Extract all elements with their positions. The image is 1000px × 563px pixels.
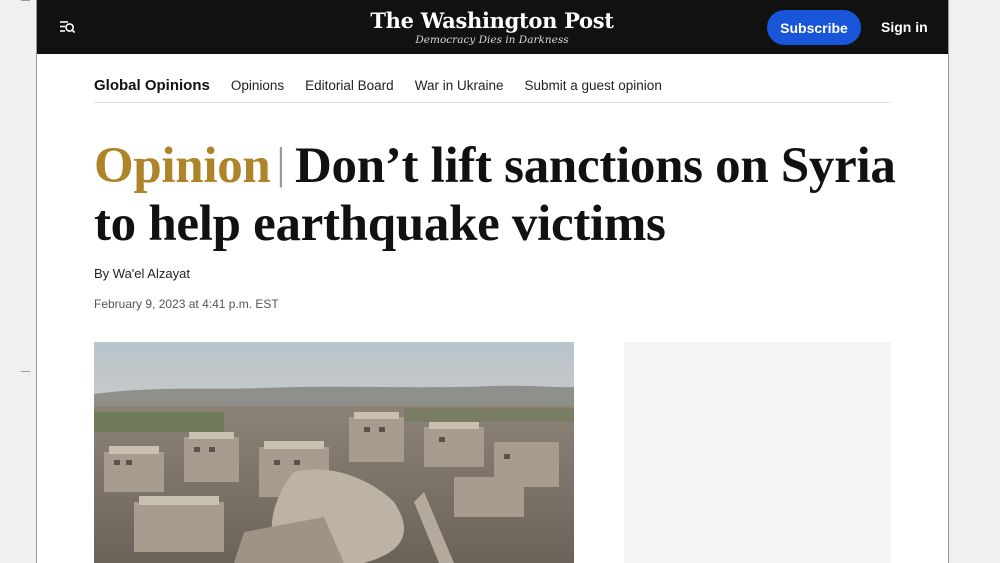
menu-search-icon[interactable]	[57, 17, 77, 37]
sign-in-link[interactable]: Sign in	[881, 18, 928, 36]
browser-viewport: The Washington Post Democracy Dies in Da…	[36, 0, 949, 563]
section-nav: Global Opinions Opinions Editorial Board…	[94, 68, 891, 103]
opinion-kicker[interactable]: Opinion	[94, 138, 271, 194]
brand-name: The Washington Post	[370, 8, 614, 33]
brand-logo[interactable]: The Washington Post Democracy Dies in Da…	[337, 8, 647, 46]
nav-link-editorial-board[interactable]: Editorial Board	[305, 78, 394, 93]
byline[interactable]: By Wa'el Alzayat	[94, 266, 190, 281]
subscribe-button[interactable]: Subscribe	[767, 10, 861, 45]
section-title-link[interactable]: Global Opinions	[94, 77, 210, 94]
site-header: The Washington Post Democracy Dies in Da…	[37, 0, 948, 54]
brand-tagline: Democracy Dies in Darkness	[415, 34, 569, 46]
window-edge-mark	[21, 0, 30, 1]
nav-link-war-in-ukraine[interactable]: War in Ukraine	[415, 78, 504, 93]
publish-date: February 9, 2023 at 4:41 p.m. EST	[94, 297, 279, 311]
window-edge-mark	[21, 371, 30, 372]
article-headline: Opinion | Don’t lift sanctions on Syria to…	[94, 138, 904, 252]
kicker-separator: |	[276, 139, 286, 188]
article-photo[interactable]	[94, 342, 574, 563]
ad-placeholder	[624, 342, 891, 563]
nav-link-opinions[interactable]: Opinions	[231, 78, 284, 93]
nav-link-submit-guest-opinion[interactable]: Submit a guest opinion	[524, 78, 661, 93]
